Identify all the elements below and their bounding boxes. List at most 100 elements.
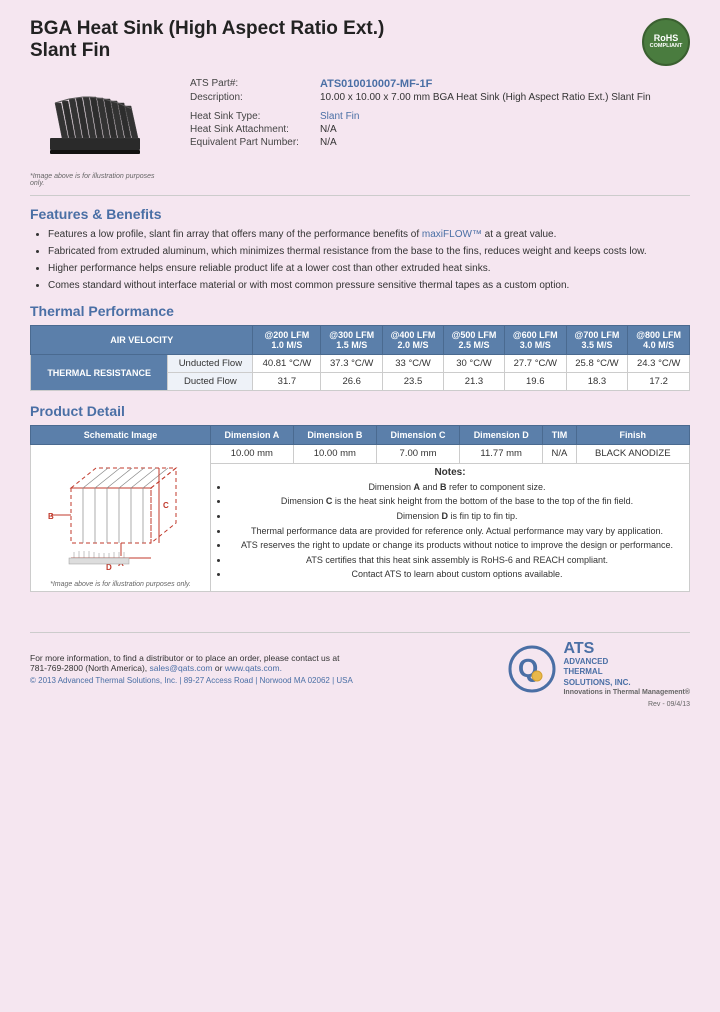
footer-website[interactable]: www.qats.com. (225, 663, 282, 673)
col-300lfm: @300 LFM1.5 M/S (321, 326, 383, 355)
part-number-value: ATS010010007-MF-1F (320, 78, 432, 90)
tim-value: N/A (543, 445, 576, 464)
feature-item-2: Fabricated from extruded aluminum, which… (48, 245, 690, 259)
features-list: Features a low profile, slant fin array … (30, 228, 690, 293)
equiv-part-row: Equivalent Part Number: N/A (190, 137, 690, 148)
note-2: Dimension C is the heat sink height from… (229, 495, 685, 508)
col-800lfm: @800 LFM4.0 M/S (628, 326, 690, 355)
ducted-700: 18.3 (566, 373, 628, 391)
col-400lfm: @400 LFM2.0 M/S (383, 326, 444, 355)
unducted-400: 33 °C/W (383, 355, 444, 373)
thermal-table: AIR VELOCITY @200 LFM1.0 M/S @300 LFM1.5… (30, 325, 690, 391)
footer-copyright: © 2013 Advanced Thermal Solutions, Inc. … (30, 676, 507, 685)
col-500lfm: @500 LFM2.5 M/S (443, 326, 504, 355)
product-detail-section: Product Detail Schematic Image Dimension… (30, 403, 690, 592)
features-section: Features & Benefits Features a low profi… (30, 206, 690, 293)
dim-c-header: Dimension C (376, 426, 459, 445)
note-6: ATS certifies that this heat sink assemb… (229, 554, 685, 567)
ducted-label: Ducted Flow (168, 373, 253, 391)
dim-c-value: 7.00 mm (376, 445, 459, 464)
header-title: BGA Heat Sink (High Aspect Ratio Ext.) S… (30, 18, 384, 62)
ducted-400: 23.5 (383, 373, 444, 391)
rohs-badge: RoHS COMPLIANT (642, 18, 690, 66)
description-label: Description: (190, 92, 320, 103)
description-value: 10.00 x 10.00 x 7.00 mm BGA Heat Sink (H… (320, 92, 651, 103)
col-200lfm: @200 LFM1.0 M/S (253, 326, 321, 355)
ats-logo-text: ATS (563, 641, 690, 657)
air-velocity-header: AIR VELOCITY (31, 326, 253, 355)
footer: For more information, to find a distribu… (30, 632, 690, 697)
footer-right: Q ATS ADVANCED THERMAL SOLUTIONS, INC. I… (507, 641, 690, 697)
ducted-300: 26.6 (321, 373, 383, 391)
note-5: ATS reserves the right to update or chan… (229, 539, 685, 552)
unducted-500: 30 °C/W (443, 355, 504, 373)
notes-title: Notes: (215, 467, 685, 478)
ats-text-block: ATS ADVANCED THERMAL SOLUTIONS, INC. Inn… (563, 641, 690, 697)
product-detail-table: Schematic Image Dimension A Dimension B … (30, 425, 690, 592)
unducted-200: 40.81 °C/W (253, 355, 321, 373)
dim-a-header: Dimension A (211, 426, 294, 445)
page-number: Rev - 09/4/13 (30, 701, 690, 708)
rohs-sublabel: COMPLIANT (650, 43, 683, 50)
thermal-heading: Thermal Performance (30, 303, 690, 319)
rohs-label: RoHS (654, 34, 679, 43)
thermal-performance-section: Thermal Performance AIR VELOCITY @200 LF… (30, 303, 690, 391)
schematic-caption: *Image above is for illustration purpose… (35, 581, 206, 588)
unducted-300: 37.3 °C/W (321, 355, 383, 373)
ats-name-2: THERMAL (563, 667, 690, 677)
unducted-800: 24.3 °C/W (628, 355, 690, 373)
product-info: *Image above is for illustration purpose… (30, 78, 690, 187)
attachment-row: Heat Sink Attachment: N/A (190, 124, 690, 135)
ats-name-3: SOLUTIONS, INC. (563, 678, 690, 688)
part-label: ATS Part#: (190, 78, 320, 90)
attachment-value: N/A (320, 124, 337, 135)
svg-text:C: C (163, 501, 169, 510)
footer-left: For more information, to find a distribu… (30, 653, 507, 685)
ducted-800: 17.2 (628, 373, 690, 391)
dim-d-header: Dimension D (460, 426, 543, 445)
finish-header: Finish (576, 426, 689, 445)
feature-item-1: Features a low profile, slant fin array … (48, 228, 690, 242)
product-detail-heading: Product Detail (30, 403, 690, 419)
type-value: Slant Fin (320, 111, 359, 122)
maxiflow-link: maxiFLOW™ (422, 229, 482, 240)
divider-1 (30, 195, 690, 196)
feature-item-3: Higher performance helps ensure reliable… (48, 262, 690, 276)
note-1: Dimension A and B refer to component siz… (229, 481, 685, 494)
equiv-part-label: Equivalent Part Number: (190, 137, 320, 148)
dim-d-value: 11.77 mm (460, 445, 543, 464)
thermal-resistance-label: THERMAL RESISTANCE (31, 355, 168, 391)
note-7: Contact ATS to learn about custom option… (229, 568, 685, 581)
product-details: ATS Part#: ATS010010007-MF-1F Descriptio… (190, 78, 690, 187)
feature-item-4: Comes standard without interface materia… (48, 279, 690, 293)
svg-text:D: D (106, 563, 112, 572)
page-title-line1: BGA Heat Sink (High Aspect Ratio Ext.) (30, 18, 384, 40)
unducted-700: 25.8 °C/W (566, 355, 628, 373)
svg-text:B: B (48, 512, 54, 521)
description-row: Description: 10.00 x 10.00 x 7.00 mm BGA… (190, 92, 690, 103)
note-3: Dimension D is fin tip to fin tip. (229, 510, 685, 523)
features-heading: Features & Benefits (30, 206, 690, 222)
type-row: Heat Sink Type: Slant Fin (190, 111, 690, 122)
finish-value: BLACK ANODIZE (576, 445, 689, 464)
ats-q-logo: Q (507, 644, 557, 694)
notes-list: Dimension A and B refer to component siz… (215, 481, 685, 581)
footer-or: or (215, 663, 225, 673)
unducted-row: THERMAL RESISTANCE Unducted Flow 40.81 °… (31, 355, 690, 373)
page: BGA Heat Sink (High Aspect Ratio Ext.) S… (0, 0, 720, 1012)
footer-email[interactable]: sales@qats.com (150, 663, 213, 673)
unducted-600: 27.7 °C/W (504, 355, 566, 373)
part-number-row: ATS Part#: ATS010010007-MF-1F (190, 78, 690, 90)
col-700lfm: @700 LFM3.5 M/S (566, 326, 628, 355)
page-title-line2: Slant Fin (30, 40, 384, 62)
notes-cell: Notes: Dimension A and B refer to compon… (211, 463, 690, 591)
schematic-header: Schematic Image (31, 426, 211, 445)
footer-contact: For more information, to find a distribu… (30, 653, 507, 673)
equiv-part-value: N/A (320, 137, 337, 148)
schematic-image-cell: B A C D (31, 445, 211, 592)
ats-tagline: Innovations in Thermal Management® (563, 688, 690, 697)
ducted-500: 21.3 (443, 373, 504, 391)
heatsink-illustration (30, 78, 160, 168)
product-image-caption: *Image above is for illustration purpose… (30, 173, 170, 187)
note-4: Thermal performance data are provided fo… (229, 525, 685, 538)
